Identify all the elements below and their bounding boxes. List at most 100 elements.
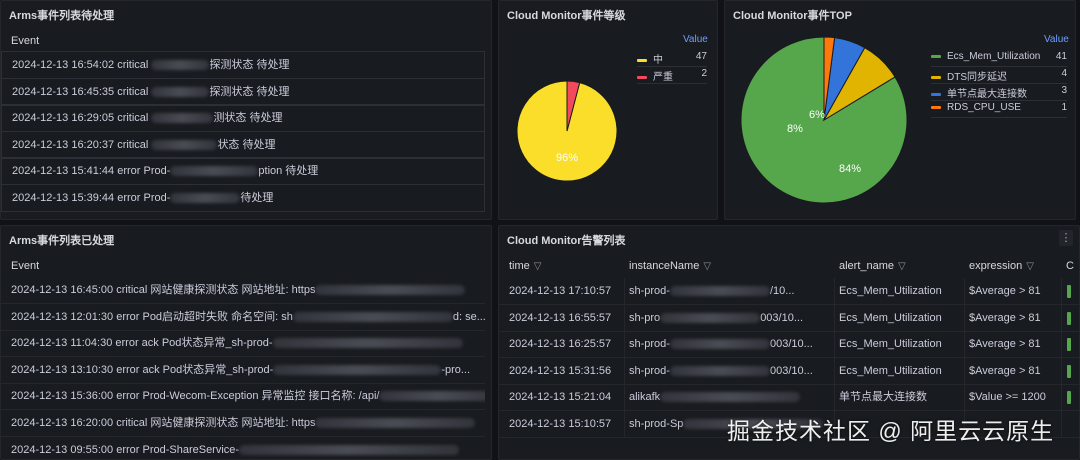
event-row[interactable]: 2024-12-13 16:45:35 critical 探测状态 待处理 [1,77,485,106]
legend-value-header: Value [1044,34,1069,45]
redacted-text [379,391,485,402]
legend-item[interactable]: 严重 2 [637,68,707,83]
panel-title: Arms事件列表待处理 [9,10,115,22]
legend-label: RDS_CPU_USE [947,102,1021,113]
panel-menu-button[interactable]: ⋮ [1059,230,1073,246]
cm-level-panel: Cloud Monitor事件等级 96% Value 中 47 严重 2 [498,0,718,220]
table-row[interactable]: 2024-12-13 16:55:57 sh-pro 003/10... Ecs_Me… [499,304,1079,332]
legend-divider [931,66,1067,67]
event-row[interactable]: 2024-12-13 16:54:02 critical 探测状态 待处理 [1,51,485,79]
event-text: 2024-12-13 11:04:30 error ack Pod状态异常_sh… [11,337,273,350]
legend-label: DTS同步延迟 [947,72,1007,83]
column-divider [1061,357,1062,384]
filter-icon[interactable]: ▽ [1026,261,1034,272]
event-text: 2024-12-13 16:45:00 critical 网站健康探测状态 网站… [11,284,316,296]
legend-swatch [931,54,941,58]
legend-item[interactable]: 单节点最大连接数 3 [931,85,1067,100]
redacted-text [239,444,460,455]
column-divider [834,384,835,411]
column-divider [624,411,625,437]
cell-expression: $Average > 81 [969,364,1041,377]
legend-label: 中 [653,55,663,66]
column-divider [964,331,965,358]
legend-item[interactable]: 中 47 [637,51,707,66]
redacted-text [660,392,801,403]
column-divider [1061,331,1062,358]
cell-alert-name: Ecs_Mem_Utilization [839,311,942,324]
gauge-bar [1067,338,1071,352]
event-row[interactable]: 2024-12-13 09:55:00 error Prod-ShareServ… [1,437,485,459]
event-row[interactable]: 2024-12-13 12:01:30 error Pod启动超时失败 命名空间… [1,304,485,331]
gauge-bar [1067,364,1071,378]
legend-divider [931,83,1067,84]
event-text: 2024-12-13 15:39:44 error Prod- [12,192,171,204]
table-row[interactable]: 2024-12-13 15:21:04 alikafk 单节点最大连接数 $Value… [499,384,1079,412]
redacted-text [272,338,463,349]
panel-title: Cloud Monitor告警列表 [507,235,626,247]
table-row[interactable]: 2024-12-13 16:25:57 sh-prod- 003/10... Ecs_… [499,331,1079,359]
event-row[interactable]: 2024-12-13 16:45:00 critical 网站健康探测状态 网站… [1,277,485,304]
column-divider [834,357,835,384]
event-text: 测状态 待处理 [213,112,283,125]
table-row[interactable]: 2024-12-13 17:10:57 sh-prod- /10... Ecs_Mem… [499,278,1079,305]
panel-title: Arms事件列表已处理 [9,235,115,247]
event-row[interactable]: 2024-12-13 13:10:30 error ack Pod状态异常_sh… [1,357,485,384]
column-divider [834,304,835,331]
event-row[interactable]: 2024-12-13 15:41:44 error Prod-ption 待处理 [1,157,485,186]
pie-slice-label: 96% [556,152,578,164]
redacted-text [151,86,210,97]
pie-slice-label: 6% [809,109,825,121]
redacted-text [170,193,241,204]
event-text: 待处理 [240,192,274,204]
column-header-expression[interactable]: expression ▽ [969,254,1034,278]
instance-text: sh-pro [629,311,661,324]
column-divider [964,357,965,384]
legend-divider [931,100,1067,101]
filter-icon[interactable]: ▽ [703,261,711,272]
event-row[interactable]: 2024-12-13 15:36:00 error Prod-Wecom-Exc… [1,383,485,411]
redacted-text [292,311,453,322]
event-text: 2024-12-13 13:10:30 error ack Pod状态异常_sh… [11,363,274,376]
column-header-event[interactable]: Event [1,30,491,52]
column-header-time[interactable]: time ▽ [509,254,541,278]
legend-value: 2 [701,68,707,79]
event-row[interactable]: 2024-12-13 15:39:44 error Prod- 待处理 [1,184,485,212]
cell-alert-name: Ecs_Mem_Utilization [839,364,942,377]
pie-slice-label: 8% [787,123,803,135]
legend-swatch [637,58,647,62]
column-divider [624,357,625,384]
column-header-instance-name[interactable]: instanceName ▽ [629,254,711,278]
redacted-text [660,312,761,323]
redacted-text [170,166,259,177]
cell-instance-name: sh-prod- /10... [629,278,829,304]
column-divider [1061,278,1062,304]
filter-icon[interactable]: ▽ [898,261,906,272]
instance-text: 003/10... [760,311,804,324]
filter-icon[interactable]: ▽ [534,261,542,272]
legend-value: 4 [1061,68,1067,79]
legend-divider [637,83,707,84]
event-row[interactable]: 2024-12-13 16:20:00 critical 网站健康探测状态 网站… [1,410,485,437]
event-row[interactable]: 2024-12-13 16:20:37 critical 状态 待处理 [1,130,485,159]
legend-item[interactable]: DTS同步延迟 4 [931,68,1067,83]
legend-value: 41 [1055,51,1067,62]
event-text: ption 待处理 [258,165,319,178]
panel-title: Cloud Monitor事件TOP [733,10,852,22]
event-row[interactable]: 2024-12-13 11:04:30 error ack Pod状态异常_sh… [1,330,485,358]
event-text: 探测状态 待处理 [209,59,290,71]
legend-swatch [931,105,941,109]
event-row[interactable]: 2024-12-13 16:29:05 critical 测状态 待处理 [1,104,485,133]
legend-item[interactable]: Ecs_Mem_Utilization 41 [931,51,1067,62]
table-row[interactable]: 2024-12-13 15:31:56 sh-prod- 003/10... Ecs_… [499,357,1079,385]
cell-time: 2024-12-13 15:31:56 [509,364,612,377]
instance-text: /10... [769,285,795,297]
panel-title: Cloud Monitor事件等级 [507,10,626,22]
column-header-alert-name[interactable]: alert_name ▽ [839,254,906,278]
redacted-text [669,365,770,376]
column-header-event[interactable]: Event [1,255,491,277]
legend-item[interactable]: RDS_CPU_USE 1 [931,102,1067,113]
top-pie-chart: 84% 8% 6% [740,36,908,204]
column-header-c[interactable]: C [1066,254,1074,278]
cell-time: 2024-12-13 17:10:57 [509,285,612,297]
cell-expression: $Average > 81 [969,285,1041,297]
